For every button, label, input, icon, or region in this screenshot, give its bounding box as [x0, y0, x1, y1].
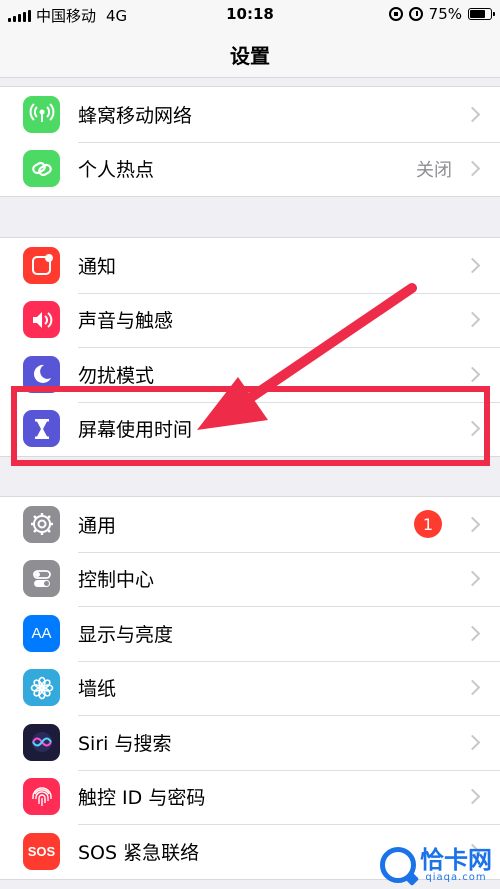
hotspot-status: 关闭 [416, 159, 452, 181]
hourglass-icon [23, 410, 60, 448]
text-size-icon: AA [23, 614, 60, 652]
chevron-right-icon [464, 570, 481, 587]
chevron-right-icon [464, 516, 481, 533]
chevron-right-icon [464, 734, 481, 751]
siri-icon [23, 723, 60, 761]
navigation-bar: 设置 [0, 28, 500, 78]
settings-row-screen-time[interactable]: 屏幕使用时间 [0, 401, 500, 457]
settings-row-general[interactable]: 通用 1 [0, 497, 500, 552]
alarm-icon [408, 7, 423, 21]
settings-row-display[interactable]: AA 显示与亮度 [0, 606, 500, 661]
settings-row-touch-id[interactable]: 触控 ID 与密码 [0, 769, 500, 825]
hotspot-link-icon [23, 150, 60, 188]
watermark-url: qiaqa.com [425, 871, 487, 883]
toggles-icon [23, 560, 60, 598]
chevron-right-icon [464, 160, 481, 177]
settings-row-siri[interactable]: Siri 与搜索 [0, 715, 500, 770]
row-label: 个人热点 [78, 159, 155, 182]
settings-row-notifications[interactable]: 通知 [0, 238, 500, 293]
fingerprint-icon [23, 778, 60, 816]
status-bar: 中国移动 4G 10:18 75% [0, 0, 500, 28]
row-label: 控制中心 [78, 569, 155, 592]
chevron-right-icon [464, 257, 481, 274]
row-label: 蜂窝移动网络 [78, 104, 193, 127]
row-label: 通用 [78, 514, 117, 537]
row-label: 显示与亮度 [78, 623, 174, 646]
settings-row-control-center[interactable]: 控制中心 [0, 551, 500, 607]
row-label: 墙纸 [78, 678, 117, 701]
settings-row-sounds[interactable]: 声音与触感 [0, 292, 500, 348]
antenna-icon [23, 95, 60, 133]
chevron-right-icon [464, 366, 481, 383]
watermark-title: 恰卡网 [420, 845, 492, 874]
update-badge: 1 [414, 510, 442, 539]
row-label: Siri 与搜索 [78, 732, 172, 755]
row-label: 触控 ID 与密码 [78, 787, 206, 810]
watermark: 恰卡网 qiaqa.com [380, 847, 492, 883]
settings-row-do-not-disturb[interactable]: 勿扰模式 [0, 347, 500, 402]
sos-icon: SOS [23, 832, 60, 870]
attention-group: 通知 声音与触感 勿扰模式 屏幕使用时间 [0, 237, 500, 457]
row-label: 通知 [78, 255, 117, 278]
connectivity-group: 蜂窝移动网络 个人热点 关闭 [0, 86, 500, 197]
row-label: SOS 紧急联络 [78, 841, 200, 864]
chevron-right-icon [464, 311, 481, 328]
row-label: 屏幕使用时间 [78, 419, 193, 442]
chevron-right-icon [464, 679, 481, 696]
flower-icon [23, 669, 60, 707]
chevron-right-icon [464, 788, 481, 805]
row-label: 声音与触感 [78, 310, 174, 333]
battery-percent: 75% [428, 5, 462, 23]
moon-icon [23, 355, 60, 393]
notification-icon [23, 246, 60, 284]
rotation-lock-icon [388, 7, 403, 21]
settings-row-wallpaper[interactable]: 墙纸 [0, 660, 500, 716]
chevron-right-icon [464, 625, 481, 642]
battery-icon [468, 8, 495, 20]
gear-icon [23, 505, 60, 543]
chevron-right-icon [464, 420, 481, 437]
row-label: 勿扰模式 [78, 364, 155, 387]
chevron-right-icon [464, 106, 481, 123]
settings-row-hotspot[interactable]: 个人热点 关闭 [0, 141, 500, 197]
settings-row-cellular[interactable]: 蜂窝移动网络 [0, 87, 500, 142]
magnifier-logo-icon [380, 847, 416, 883]
system-group: 通用 1 控制中心 AA 显示与亮度 墙纸 Siri 与搜索 触控 ID 与密码 [0, 496, 500, 880]
speaker-icon [23, 301, 60, 339]
page-title: 设置 [230, 44, 270, 68]
